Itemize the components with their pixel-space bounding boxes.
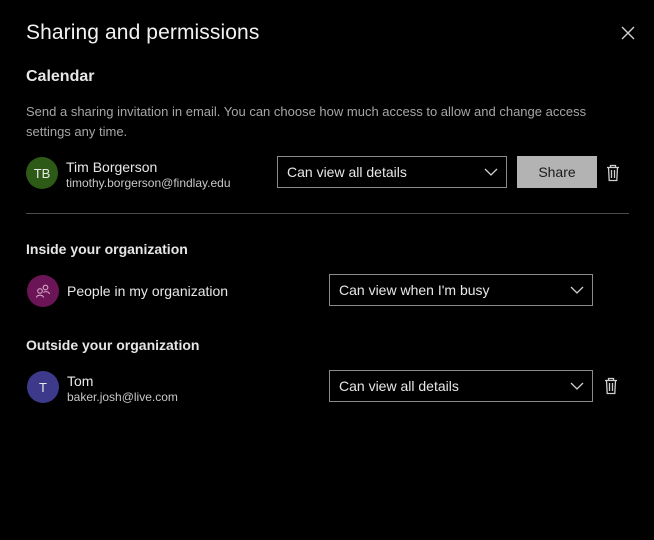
avatar: TB — [26, 157, 58, 189]
invitee-permission-value: Can view all details — [287, 164, 407, 180]
section-divider — [26, 213, 629, 214]
avatar-initials: T — [39, 379, 47, 395]
calendar-description: Send a sharing invitation in email. You … — [26, 104, 587, 139]
people-group-icon — [35, 284, 51, 298]
outside-permission-value: Can view all details — [339, 378, 459, 394]
invitee-name: Tim Borgerson — [66, 159, 158, 175]
inside-org-heading: Inside your organization — [26, 241, 188, 257]
invitee-email: timothy.borgerson@findlay.edu — [66, 176, 231, 190]
close-icon — [621, 26, 635, 40]
chevron-down-icon — [484, 168, 498, 176]
close-button[interactable] — [617, 22, 639, 44]
remove-outside-person-button[interactable] — [603, 377, 619, 395]
trash-icon — [607, 164, 619, 182]
calendar-heading: Calendar — [26, 68, 95, 85]
outside-permission-select[interactable]: Can view all details — [329, 370, 593, 402]
outside-org-heading: Outside your organization — [26, 337, 200, 353]
org-permission-value: Can view when I'm busy — [339, 282, 490, 298]
remove-invitee-button[interactable] — [605, 164, 621, 182]
avatar: T — [27, 371, 59, 403]
invitee-permission-select[interactable]: Can view all details — [277, 156, 507, 188]
share-button[interactable]: Share — [517, 156, 597, 188]
avatar-initials: TB — [33, 165, 51, 181]
trash-icon — [605, 377, 617, 395]
outside-person-name: Tom — [67, 373, 94, 389]
org-entity-name: People in my organization — [67, 283, 229, 299]
outside-person-email: baker.josh@live.com — [67, 390, 178, 404]
chevron-down-icon — [570, 286, 584, 294]
chevron-down-icon — [570, 382, 584, 390]
dialog-title: Sharing and permissions — [26, 21, 260, 44]
org-permission-select[interactable]: Can view when I'm busy — [329, 274, 593, 306]
avatar — [27, 275, 59, 307]
